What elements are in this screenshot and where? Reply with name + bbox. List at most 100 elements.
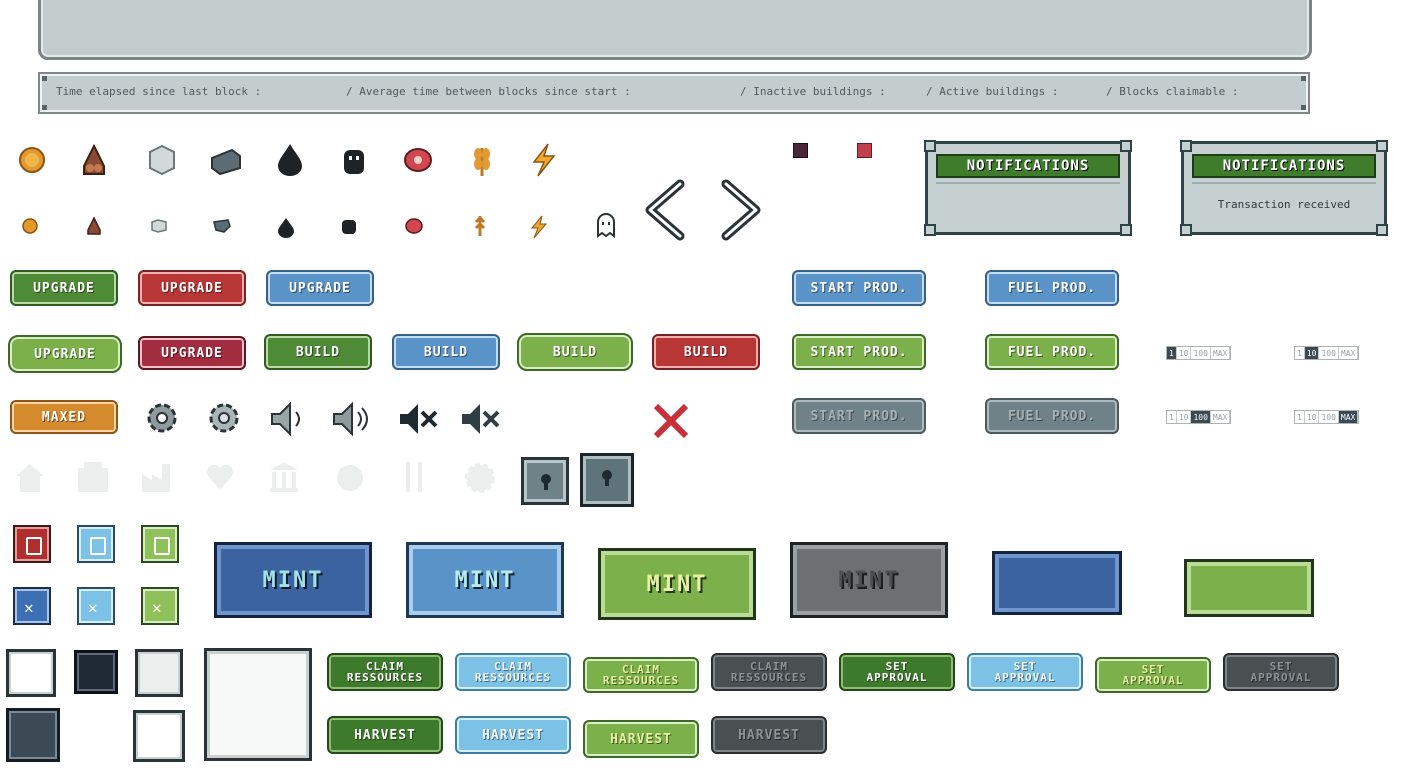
notification-title: NOTIFICATIONS bbox=[1192, 154, 1376, 178]
level-option[interactable]: 10 bbox=[1177, 411, 1192, 423]
coin-icon bbox=[19, 147, 45, 173]
expand-icon: ✕ bbox=[88, 598, 98, 617]
trash-button[interactable] bbox=[77, 525, 115, 563]
set-approval-button[interactable]: SET APPROVAL bbox=[967, 653, 1083, 691]
expand-button[interactable]: ✕ bbox=[77, 587, 115, 625]
frame-light bbox=[135, 649, 183, 697]
level-option[interactable]: 1 bbox=[1295, 411, 1305, 423]
level-option[interactable]: 1 bbox=[1167, 347, 1177, 359]
expand-button[interactable]: ✕ bbox=[13, 587, 51, 625]
level-option[interactable]: MAX bbox=[1211, 411, 1231, 423]
meat-icon bbox=[404, 148, 432, 172]
shop-icon bbox=[78, 462, 108, 492]
lock-button[interactable] bbox=[580, 453, 634, 507]
mint-panel-blank[interactable] bbox=[1184, 559, 1314, 617]
fuel-prod-button[interactable]: FUEL PROD. bbox=[985, 270, 1119, 306]
claim-ressources-button[interactable]: CLAIM RESSOURCES bbox=[711, 653, 827, 691]
mint-button[interactable]: MINT bbox=[214, 542, 372, 618]
claim-ressources-button[interactable]: CLAIM RESSOURCES bbox=[327, 653, 443, 691]
corner-decoration bbox=[1120, 140, 1132, 152]
level-selector[interactable]: 1 10 100 MAX bbox=[1166, 346, 1232, 360]
iron-icon bbox=[211, 148, 241, 176]
level-selector[interactable]: 1 10 100 MAX bbox=[1294, 410, 1360, 424]
maxed-button[interactable]: MAXED bbox=[10, 400, 118, 434]
resource-icons-small bbox=[22, 213, 615, 239]
trash-icon bbox=[90, 537, 106, 555]
level-option[interactable]: 100 bbox=[1191, 411, 1211, 423]
set-approval-button[interactable]: SET APPROVAL bbox=[1095, 657, 1211, 693]
claimable-label: / Blocks claimable : bbox=[1106, 85, 1239, 98]
close-icon[interactable] bbox=[652, 402, 690, 440]
fuel-prod-button[interactable]: FUEL PROD. bbox=[985, 334, 1119, 370]
set-line2: APPROVAL bbox=[866, 671, 928, 684]
corner-decoration bbox=[1120, 224, 1132, 236]
corner-decoration bbox=[1376, 140, 1388, 152]
level-option[interactable]: 100 bbox=[1319, 411, 1339, 423]
start-prod-button[interactable]: START PROD. bbox=[792, 334, 926, 370]
energy-icon bbox=[530, 215, 548, 239]
level-option[interactable]: 10 bbox=[1177, 347, 1192, 359]
claim-line2: RESSOURCES bbox=[346, 671, 424, 684]
level-option[interactable]: 100 bbox=[1191, 347, 1211, 359]
notification-title: NOTIFICATIONS bbox=[936, 154, 1120, 178]
expand-button[interactable]: ✕ bbox=[141, 587, 179, 625]
mute-icon bbox=[400, 404, 438, 434]
upgrade-button[interactable]: UPGRADE bbox=[10, 270, 118, 306]
close-icon[interactable] bbox=[857, 143, 872, 158]
level-option[interactable]: 10 bbox=[1305, 411, 1320, 423]
level-option[interactable]: 100 bbox=[1319, 347, 1339, 359]
upgrade-button[interactable]: UPGRADE bbox=[266, 270, 374, 306]
level-option[interactable]: MAX bbox=[1211, 347, 1231, 359]
level-option[interactable]: MAX bbox=[1339, 347, 1359, 359]
settings-sound-icons[interactable] bbox=[140, 396, 500, 440]
trash-button[interactable] bbox=[13, 525, 51, 563]
wheat-icon bbox=[474, 148, 490, 176]
claim-ressources-button[interactable]: CLAIM RESSOURCES bbox=[455, 653, 571, 691]
meat-icon bbox=[405, 218, 423, 234]
mint-panel-blank[interactable] bbox=[992, 551, 1122, 615]
upgrade-button[interactable]: UPGRADE bbox=[138, 270, 246, 306]
arrow-controls[interactable] bbox=[642, 178, 766, 242]
mint-button[interactable]: MINT bbox=[790, 542, 948, 618]
level-selector[interactable]: 1 10 100 MAX bbox=[1294, 346, 1360, 360]
wood-icon bbox=[83, 143, 105, 175]
upgrade-button[interactable]: UPGRADE bbox=[8, 335, 122, 373]
claim-ressources-button[interactable]: CLAIM RESSOURCES bbox=[583, 657, 699, 693]
build-button[interactable]: BUILD bbox=[392, 334, 500, 370]
frame-light bbox=[133, 710, 185, 762]
level-option[interactable]: 10 bbox=[1304, 347, 1320, 359]
gear-icon bbox=[147, 403, 177, 433]
build-button[interactable]: BUILD bbox=[517, 333, 633, 371]
harvest-button[interactable]: HARVEST bbox=[711, 716, 827, 754]
lock-button[interactable] bbox=[521, 457, 569, 505]
notification-panel: NOTIFICATIONS bbox=[924, 140, 1132, 236]
harvest-button[interactable]: HARVEST bbox=[455, 716, 571, 754]
active-label: / Active buildings : bbox=[926, 85, 1059, 98]
frame-light bbox=[6, 649, 56, 697]
set-approval-button[interactable]: SET APPROVAL bbox=[839, 653, 955, 691]
upgrade-button[interactable]: UPGRADE bbox=[138, 336, 246, 370]
level-option[interactable]: MAX bbox=[1338, 411, 1359, 423]
close-icon[interactable] bbox=[793, 143, 808, 158]
trash-button[interactable] bbox=[141, 525, 179, 563]
set-approval-button[interactable]: SET APPROVAL bbox=[1223, 653, 1339, 691]
start-prod-button[interactable]: START PROD. bbox=[792, 398, 926, 434]
mint-button[interactable]: MINT bbox=[598, 548, 756, 620]
level-option[interactable]: 1 bbox=[1167, 411, 1177, 423]
level-option[interactable]: 1 bbox=[1295, 347, 1305, 359]
bank-icon bbox=[270, 462, 298, 492]
start-prod-button[interactable]: START PROD. bbox=[792, 270, 926, 306]
factory-icon bbox=[142, 464, 170, 492]
build-button[interactable]: BUILD bbox=[264, 334, 372, 370]
level-selector[interactable]: 1 10 100 MAX bbox=[1166, 410, 1232, 424]
harvest-button[interactable]: HARVEST bbox=[327, 716, 443, 754]
notification-panel: NOTIFICATIONS Transaction received bbox=[1180, 140, 1388, 236]
build-button[interactable]: BUILD bbox=[652, 334, 760, 370]
category-icons[interactable] bbox=[12, 458, 512, 498]
corner-decoration bbox=[1301, 76, 1306, 81]
fuel-prod-button[interactable]: FUEL PROD. bbox=[985, 398, 1119, 434]
harvest-button[interactable]: HARVEST bbox=[583, 720, 699, 758]
mint-button[interactable]: MINT bbox=[406, 542, 564, 618]
expand-icon: ✕ bbox=[24, 598, 34, 617]
corner-decoration bbox=[1376, 224, 1388, 236]
